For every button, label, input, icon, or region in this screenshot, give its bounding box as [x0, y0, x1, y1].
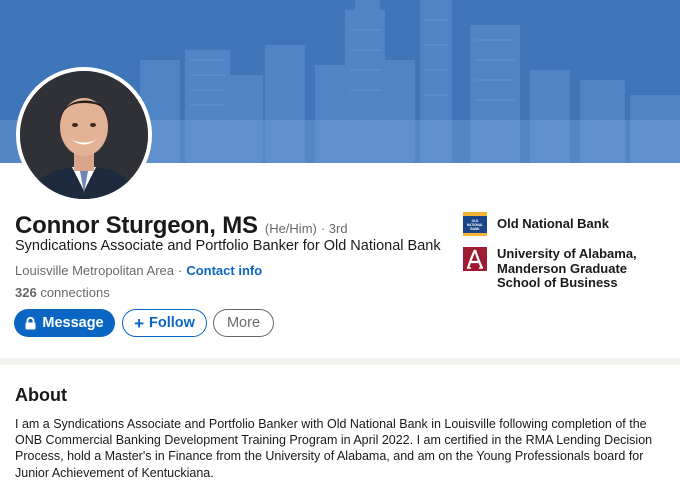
- alabama-a-logo: [462, 246, 488, 272]
- company-name: Old National Bank: [497, 216, 609, 231]
- location-row: Louisville Metropolitan Area · Contact inf…: [15, 263, 262, 278]
- profile-headline: Syndications Associate and Portfolio Ban…: [15, 238, 441, 254]
- about-text: I am a Syndications Associate and Portfo…: [15, 417, 653, 480]
- more-button[interactable]: More: [213, 309, 274, 337]
- profile-name: Connor Sturgeon, MS: [15, 212, 258, 239]
- contact-info-link[interactable]: Contact info: [186, 263, 262, 278]
- message-label: Message: [42, 315, 104, 331]
- separator: ·: [177, 263, 183, 278]
- profile-photo[interactable]: [16, 67, 152, 203]
- school-name: University of Alabama, Manderson Graduat…: [497, 246, 637, 290]
- connections-label: connections: [40, 285, 110, 300]
- message-button[interactable]: Message: [14, 309, 115, 337]
- connections-number: 326: [15, 285, 37, 300]
- svg-text:BANK: BANK: [470, 227, 480, 231]
- connection-degree: · 3rd: [320, 221, 348, 236]
- profile-top-card: Connor Sturgeon, MS (He/Him) · 3rd Syndi…: [0, 0, 680, 358]
- plus-icon: +: [134, 313, 144, 333]
- location: Louisville Metropolitan Area: [15, 263, 174, 278]
- about-heading: About: [15, 385, 67, 405]
- follow-button[interactable]: + Follow: [122, 309, 207, 337]
- lock-icon: [25, 316, 36, 329]
- old-national-bank-logo: OLD NATIONAL BANK: [462, 211, 488, 237]
- about-card: About I am a Syndications Associate and …: [0, 365, 680, 503]
- name-row: Connor Sturgeon, MS (He/Him) · 3rd: [15, 212, 348, 240]
- more-label: More: [226, 315, 261, 331]
- follow-label: Follow: [149, 315, 195, 331]
- connections-count[interactable]: 326 connections: [15, 285, 110, 300]
- education-item-alabama[interactable]: University of Alabama, Manderson Graduat…: [462, 246, 672, 291]
- experience-item-old-national-bank[interactable]: OLD NATIONAL BANK Old National Bank: [462, 211, 609, 237]
- pronouns: (He/Him): [264, 221, 317, 236]
- avatar-image: [20, 71, 148, 199]
